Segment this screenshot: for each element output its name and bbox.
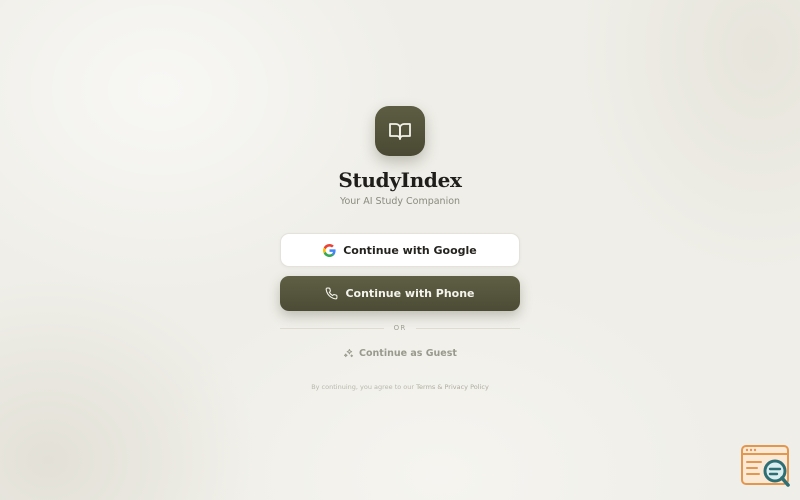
sparkles-icon [343,348,354,359]
divider-line-right [416,327,520,329]
app-subtitle: Your AI Study Companion [339,196,461,207]
open-book-icon [388,119,412,143]
app-logo [375,106,425,156]
terms-privacy-link[interactable]: Terms & Privacy Policy [416,383,489,391]
legal-notice: By continuing, you agree to our Terms & … [260,383,540,391]
continue-with-phone-button[interactable]: Continue with Phone [280,276,520,311]
guest-link-label: Continue as Guest [359,348,457,359]
google-icon [323,243,336,257]
app-title: StudyIndex [338,168,462,192]
divider-label: OR [393,324,407,332]
divider-line-left [280,327,384,329]
continue-as-guest-link[interactable]: Continue as Guest [280,348,520,359]
legal-prefix: By continuing, you agree to our [311,383,417,391]
google-button-label: Continue with Google [343,243,477,257]
continue-with-google-button[interactable]: Continue with Google [280,233,520,267]
phone-button-label: Continue with Phone [345,287,475,300]
phone-icon [325,287,338,300]
or-divider: OR [280,322,520,334]
browser-search-badge-icon [741,445,791,489]
